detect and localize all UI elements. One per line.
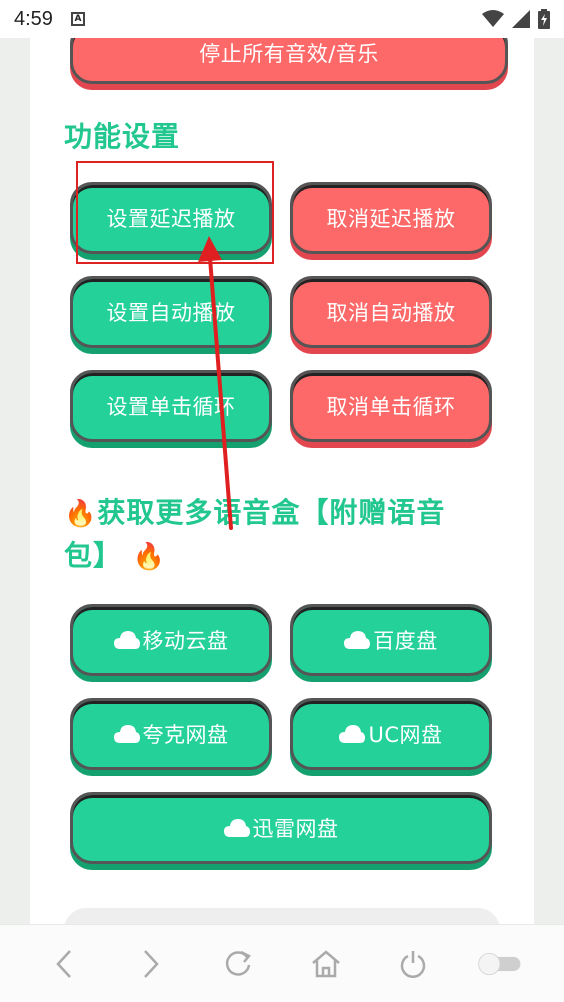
signal-icon [512,10,530,28]
set-auto-play-button[interactable]: 设置自动播放 [70,276,272,348]
status-icons [482,9,550,29]
uc-pan-button[interactable]: UC网盘 [290,698,492,770]
fire-icon: 🔥 [64,499,98,529]
xunlei-pan-button[interactable]: 迅雷网盘 [70,792,492,864]
home-icon [311,949,340,977]
set-click-loop-label: 设置单击循环 [106,395,236,419]
forward-button[interactable] [127,940,175,988]
set-delay-play-label: 设置延迟播放 [106,207,236,231]
cancel-auto-play-button[interactable]: 取消自动播放 [290,276,492,348]
fire-icon: 🔥 [132,542,167,572]
chevron-right-icon [144,949,159,978]
cancel-delay-play-label: 取消延迟播放 [326,207,456,231]
power-button[interactable] [389,940,437,988]
xunlei-pan-label: 迅雷网盘 [252,817,339,841]
cancel-auto-play-label: 取消自动播放 [326,301,456,325]
wifi-icon [482,10,504,27]
battery-icon [538,9,550,29]
status-bar: 4:59 A [0,0,564,38]
notification-a-icon: A [70,12,85,26]
cloud-icon [339,725,366,743]
mode-toggle[interactable] [476,940,524,988]
toggle-switch-icon [478,952,521,975]
set-click-loop-button[interactable]: 设置单击循环 [70,370,272,442]
chevron-left-icon [55,949,71,978]
home-button[interactable] [302,940,350,988]
more-title-line1: 获取更多语音盒【附赠语音 [97,496,446,529]
refresh-icon [226,950,252,976]
more-voice-boxes-title: 🔥获取更多语音盒【附赠语音 包】 🔥 [64,492,504,578]
set-delay-play-button[interactable]: 设置延迟播放 [70,182,272,254]
quark-pan-button[interactable]: 夸克网盘 [70,698,272,770]
stop-all-sounds-button[interactable]: 停止所有音效/音乐 [70,38,508,84]
refresh-button[interactable] [214,940,262,988]
stop-all-sounds-label: 停止所有音效/音乐 [199,42,379,66]
power-icon [400,950,426,978]
baidu-pan-button[interactable]: 百度盘 [290,604,492,676]
cancel-click-loop-button[interactable]: 取消单击循环 [290,370,492,442]
cancel-click-loop-label: 取消单击循环 [326,395,456,419]
cloud-icon [223,819,250,837]
status-time: 4:59 [14,7,53,30]
mobile-cloud-button[interactable]: 移动云盘 [70,604,272,676]
cancel-delay-play-button[interactable]: 取消延迟播放 [290,182,492,254]
page-content: 停止所有音效/音乐 功能设置 设置延迟播放 取消延迟播放 设置自动播放 取消自动… [30,38,534,924]
browser-nav-bar [0,924,564,1002]
feature-settings-title: 功能设置 [64,120,181,153]
cloud-icon [344,631,371,649]
uc-pan-label: UC网盘 [368,723,443,747]
mobile-cloud-label: 移动云盘 [142,629,229,653]
set-auto-play-label: 设置自动播放 [106,301,236,325]
baidu-pan-label: 百度盘 [373,629,438,653]
next-card-stub [64,908,500,924]
back-button[interactable] [40,940,88,988]
more-title-line2: 包】 [64,539,123,572]
cloud-icon [113,725,140,743]
cloud-icon [113,631,140,649]
quark-pan-label: 夸克网盘 [142,723,229,747]
